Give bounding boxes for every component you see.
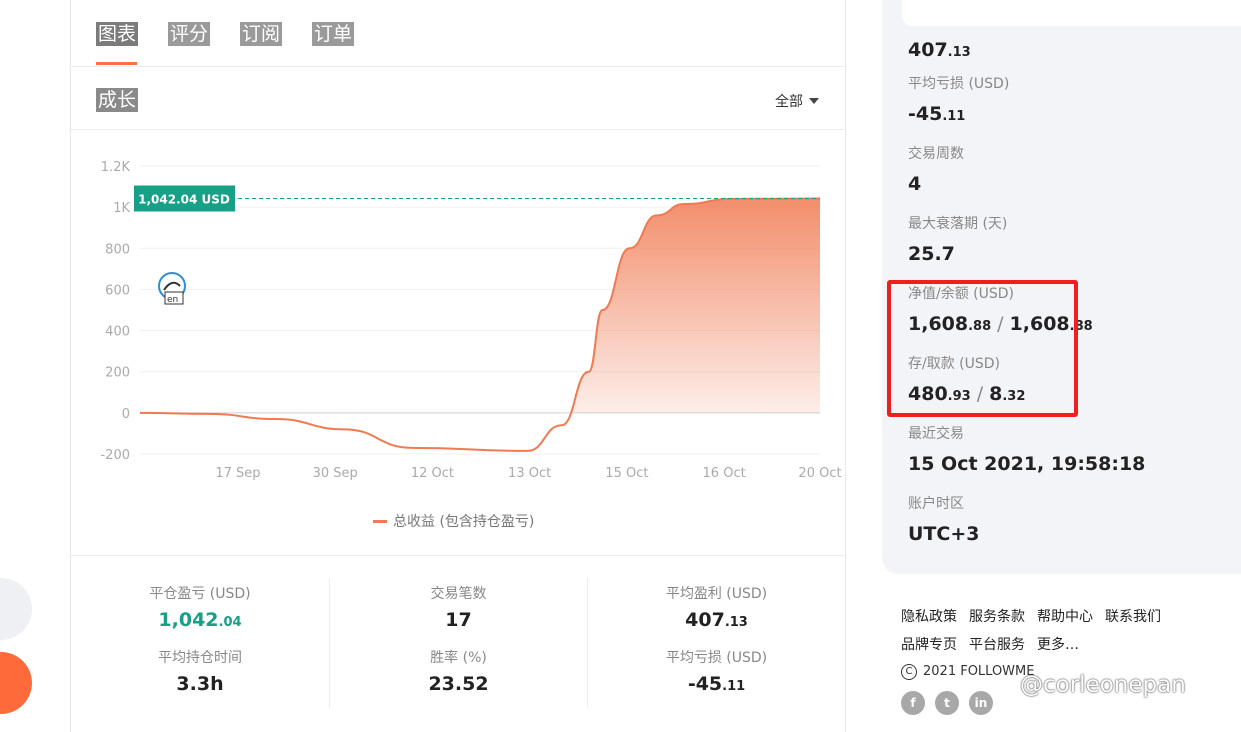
stat-value: 1,042.04 bbox=[158, 609, 242, 631]
facebook-icon[interactable]: f bbox=[901, 691, 925, 715]
timezone-item: 账户时区 UTC+3 bbox=[908, 494, 979, 548]
y-tick-label: 1K bbox=[113, 201, 130, 216]
avg-profit-value: 407.13 bbox=[908, 39, 971, 61]
legend-swatch bbox=[373, 519, 387, 523]
tab-subscribe[interactable]: 订阅 bbox=[240, 22, 283, 46]
footer-link-platform[interactable]: 平台服务 bbox=[969, 631, 1025, 659]
stat-label: 平仓盈亏 (USD) bbox=[149, 586, 251, 602]
copyright-icon: C bbox=[901, 664, 917, 680]
stat-value: 17 bbox=[445, 609, 472, 631]
last-trade-item: 最近交易 15 Oct 2021, 19:58:18 bbox=[908, 424, 1145, 478]
x-tick-label: 16 Oct bbox=[703, 466, 746, 481]
stats-column: 平仓盈亏 (USD) 1,042.04 平均持仓时间 3.3h bbox=[71, 578, 329, 708]
growth-chart[interactable]: 1.2K 1K 800 600 400 200 0 -200 17 Sep 30 Sep 12 Oc… bbox=[71, 130, 845, 510]
section-title: 成长 bbox=[96, 88, 139, 112]
footer-link-privacy[interactable]: 隐私政策 bbox=[901, 603, 957, 631]
y-tick-label: 1.2K bbox=[101, 160, 131, 175]
growth-card: 图表 评分 订阅 订单 成长 全部 1.2K 1K 800 600 400 200 0 -20… bbox=[70, 0, 846, 732]
avg-loss-value: -45.11 bbox=[908, 103, 966, 125]
x-tick-label: 17 Sep bbox=[215, 466, 260, 481]
avg-loss-item: 平均亏损 (USD) -45.11 bbox=[908, 74, 1009, 128]
stat-label: 平均持仓时间 bbox=[158, 650, 242, 666]
scroll-top-button[interactable] bbox=[0, 652, 32, 714]
range-filter-dropdown[interactable]: 全部 bbox=[775, 91, 819, 111]
stat-value: 407.13 bbox=[685, 609, 748, 631]
highlight-box bbox=[887, 280, 1078, 417]
last-trade-value: 15 Oct 2021, 19:58:18 bbox=[908, 453, 1146, 475]
trading-weeks-value: 4 bbox=[908, 173, 922, 195]
x-tick-label: 15 Oct bbox=[605, 466, 648, 481]
timezone-value: UTC+3 bbox=[908, 523, 980, 545]
y-tick-label: 600 bbox=[105, 283, 130, 298]
tab-orders[interactable]: 订单 bbox=[312, 22, 355, 46]
tab-chart[interactable]: 图表 bbox=[96, 22, 139, 46]
range-filter-label: 全部 bbox=[775, 94, 803, 110]
panel-header-strip bbox=[902, 0, 1241, 26]
caret-down-icon bbox=[809, 98, 819, 104]
legend-label: 总收益 (包含持仓盈亏) bbox=[393, 514, 535, 530]
footer-link-contact[interactable]: 联系我们 bbox=[1105, 603, 1161, 631]
svg-text:en: en bbox=[167, 295, 178, 305]
trading-weeks-label: 交易周数 bbox=[908, 146, 964, 162]
footer: 隐私政策 服务条款 帮助中心 联系我们 品牌专页 平台服务 更多… C 2021… bbox=[901, 603, 1161, 715]
x-tick-label: 12 Oct bbox=[411, 466, 454, 481]
tab-rating[interactable]: 评分 bbox=[168, 22, 211, 46]
y-tick-label: 200 bbox=[105, 366, 130, 381]
x-tick-label: 13 Oct bbox=[508, 466, 551, 481]
stat-label: 胜率 (%) bbox=[430, 650, 487, 666]
divider bbox=[71, 555, 845, 556]
y-tick-label: 0 bbox=[122, 407, 130, 422]
x-tick-label: 20 Oct bbox=[798, 466, 841, 481]
y-tick-label: 400 bbox=[105, 325, 130, 340]
tab-bar: 图表 评分 订阅 订单 bbox=[96, 22, 355, 66]
avg-loss-label: 平均亏损 (USD) bbox=[908, 76, 1010, 92]
watermark: @corleonepan bbox=[1020, 672, 1186, 698]
page: 图表 评分 订阅 订单 成长 全部 1.2K 1K 800 600 400 200 0 -20… bbox=[0, 0, 1241, 732]
divider bbox=[71, 66, 845, 67]
max-drawdown-item: 最大衰落期 (天) 25.7 bbox=[908, 214, 1007, 268]
timezone-label: 账户时区 bbox=[908, 496, 964, 512]
x-tick-label: 30 Sep bbox=[313, 466, 358, 481]
last-trade-label: 最近交易 bbox=[908, 426, 964, 442]
footer-link-terms[interactable]: 服务条款 bbox=[969, 603, 1025, 631]
y-tick-label: -200 bbox=[100, 448, 130, 463]
footer-link-help[interactable]: 帮助中心 bbox=[1037, 603, 1093, 631]
footer-links: 隐私政策 服务条款 帮助中心 联系我们 bbox=[901, 603, 1161, 631]
stats-column: 交易笔数 17 胜率 (%) 23.52 bbox=[329, 578, 587, 708]
copyright-text: 2021 FOLLOWME bbox=[923, 664, 1035, 679]
footer-links: 品牌专页 平台服务 更多… bbox=[901, 631, 1161, 659]
stat-value: 23.52 bbox=[428, 673, 489, 695]
twitter-icon[interactable]: t bbox=[935, 691, 959, 715]
decorative-circle bbox=[0, 578, 32, 640]
avg-profit-item: 407.13 bbox=[908, 30, 971, 64]
footer-link-more[interactable]: 更多… bbox=[1037, 631, 1079, 659]
stat-label: 平均盈利 (USD) bbox=[665, 586, 768, 602]
stats-column: 平均盈利 (USD) 407.13 平均亏损 (USD) -45.11 bbox=[587, 578, 845, 708]
footer-link-brand[interactable]: 品牌专页 bbox=[901, 631, 957, 659]
stat-value: -45.11 bbox=[687, 673, 746, 695]
translate-widget-icon[interactable]: en bbox=[158, 272, 186, 305]
marker-label: 1,042.04 USD bbox=[138, 192, 230, 206]
stat-label: 交易笔数 bbox=[430, 586, 487, 602]
y-tick-label: 800 bbox=[105, 242, 130, 257]
linkedin-icon[interactable]: in bbox=[969, 691, 993, 715]
active-tab-indicator bbox=[96, 62, 137, 65]
stat-label: 平均亏损 (USD) bbox=[665, 650, 768, 666]
chart-legend[interactable]: 总收益 (包含持仓盈亏) bbox=[373, 511, 534, 531]
max-drawdown-label: 最大衰落期 (天) bbox=[908, 216, 1008, 232]
max-drawdown-value: 25.7 bbox=[908, 243, 955, 265]
stat-value: 3.3h bbox=[176, 673, 224, 695]
trading-weeks-item: 交易周数 4 bbox=[908, 144, 964, 198]
stats-grid: 平仓盈亏 (USD) 1,042.04 平均持仓时间 3.3h 交易笔数 17 … bbox=[71, 578, 845, 708]
